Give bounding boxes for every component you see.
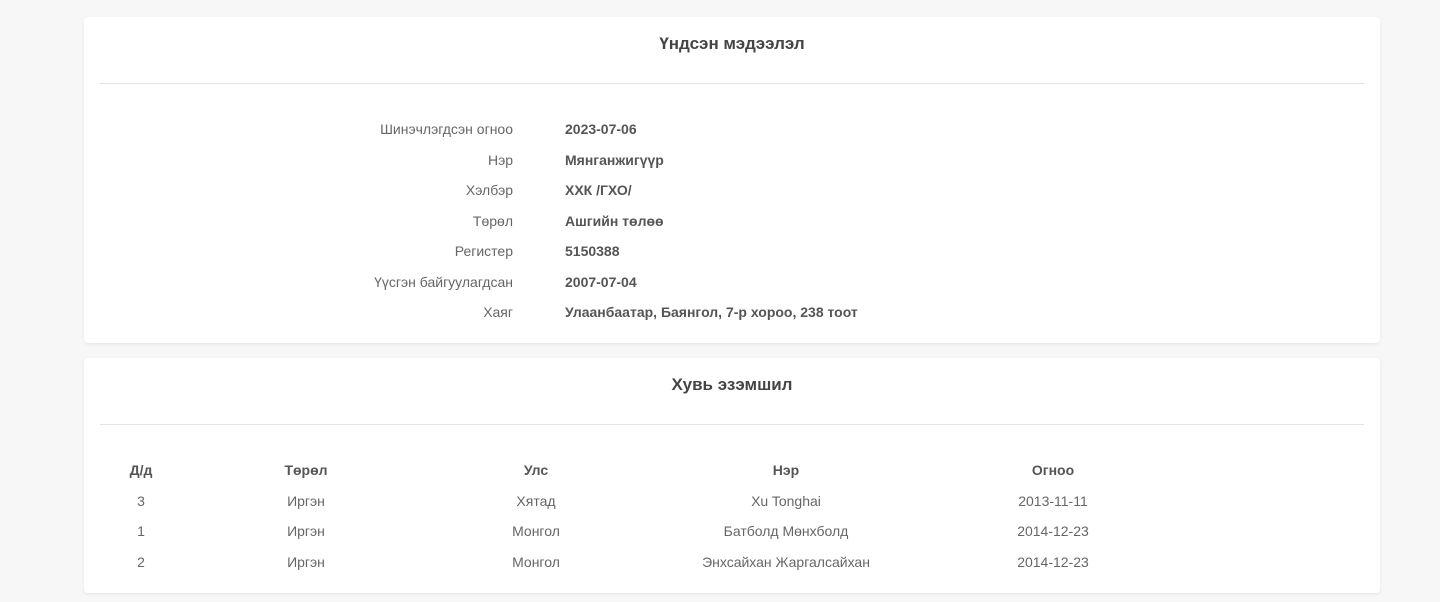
info-row-form: Хэлбэр ХХК /ГХО/ bbox=[84, 175, 1380, 206]
cell-name: Xu Tonghai bbox=[751, 492, 821, 509]
info-value: Улаанбаатар, Баянгол, 7-р хороо, 238 тоо… bbox=[565, 304, 858, 320]
cell-name: Энхсайхан Жаргалсайхан bbox=[702, 553, 870, 570]
table-row: 3 Иргэн Хятад Xu Tonghai 2013-11-11 bbox=[100, 486, 1364, 517]
info-value: ХХК /ГХО/ bbox=[565, 182, 632, 198]
cell-country: Монгол bbox=[512, 553, 560, 570]
cell-country: Хятад bbox=[516, 492, 556, 509]
basic-info-list: Шинэчлэгдсэн огноо 2023-07-06 Нэр Мянган… bbox=[84, 114, 1380, 328]
info-row-founded: Үүсгэн байгуулагдсан 2007-07-04 bbox=[84, 267, 1380, 298]
table-row: 1 Иргэн Монгол Батболд Мөнхболд 2014-12-… bbox=[100, 516, 1364, 547]
basic-info-title: Үндсэн мэдээлэл bbox=[659, 34, 805, 53]
info-row-updated: Шинэчлэгдсэн огноо 2023-07-06 bbox=[84, 114, 1380, 145]
divider bbox=[100, 83, 1364, 84]
cell-date: 2014-12-23 bbox=[1017, 553, 1089, 570]
info-row-address: Хаяг Улаанбаатар, Баянгол, 7-р хороо, 23… bbox=[84, 297, 1380, 328]
info-row-register: Регистер 5150388 bbox=[84, 236, 1380, 267]
ownership-title: Хувь эзэмшил bbox=[671, 375, 793, 394]
basic-info-card: Үндсэн мэдээлэл Шинэчлэгдсэн огноо 2023-… bbox=[84, 17, 1380, 343]
cell-type: Иргэн bbox=[287, 523, 325, 539]
cell-index: 1 bbox=[137, 523, 145, 539]
info-value: 2023-07-06 bbox=[565, 121, 637, 137]
cell-type: Иргэн bbox=[287, 492, 325, 509]
column-header-index: Д/д bbox=[129, 462, 153, 478]
ownership-table: Д/д Төрөл Улс Нэр Огноо 3 Иргэн Хятад Xu… bbox=[100, 455, 1364, 577]
info-label: Нэр bbox=[487, 151, 513, 168]
table-row: 2 Иргэн Монгол Энхсайхан Жаргалсайхан 20… bbox=[100, 547, 1364, 578]
info-value: Ашгийн төлөө bbox=[565, 212, 664, 229]
cell-date: 2013-11-11 bbox=[1018, 492, 1088, 509]
info-label: Хаяг bbox=[483, 304, 513, 320]
column-header-name: Нэр bbox=[772, 462, 800, 478]
cell-country: Монгол bbox=[512, 523, 560, 539]
cell-index: 3 bbox=[137, 492, 145, 509]
info-label: Үүсгэн байгуулагдсан bbox=[374, 273, 513, 290]
column-header-country: Улс bbox=[523, 462, 549, 478]
column-header-type: Төрөл bbox=[284, 462, 328, 478]
info-value: 5150388 bbox=[565, 243, 620, 259]
info-label: Хэлбэр bbox=[465, 182, 513, 198]
info-value: 2007-07-04 bbox=[565, 273, 637, 290]
divider bbox=[100, 424, 1364, 425]
cell-type: Иргэн bbox=[287, 553, 325, 570]
table-header-row: Д/д Төрөл Улс Нэр Огноо bbox=[100, 455, 1364, 486]
info-label: Регистер bbox=[454, 243, 513, 259]
cell-index: 2 bbox=[137, 553, 145, 570]
info-row-type: Төрөл Ашгийн төлөө bbox=[84, 206, 1380, 237]
cell-name: Батболд Мөнхболд bbox=[723, 523, 849, 539]
info-value: Мянганжигүүр bbox=[565, 151, 664, 168]
ownership-card: Хувь эзэмшил Д/д Төрөл Улс Нэр Огноо 3 И… bbox=[84, 358, 1380, 593]
column-header-date: Огноо bbox=[1031, 462, 1075, 478]
info-row-name: Нэр Мянганжигүүр bbox=[84, 145, 1380, 176]
info-label: Шинэчлэгдсэн огноо bbox=[380, 121, 513, 137]
cell-date: 2014-12-23 bbox=[1017, 523, 1089, 539]
info-label: Төрөл bbox=[472, 212, 513, 229]
